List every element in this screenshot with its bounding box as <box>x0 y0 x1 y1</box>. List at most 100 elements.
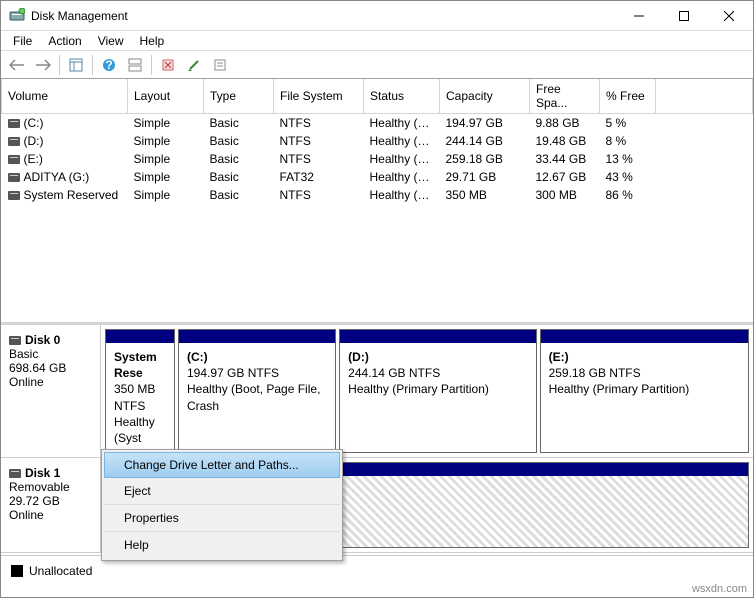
watermark: wsxdn.com <box>692 583 747 595</box>
cell-status: Healthy (B... <box>364 114 440 133</box>
cell-free: 300 MB <box>530 186 600 204</box>
disk-size: 698.64 GB <box>9 361 92 375</box>
volume-icon <box>8 155 20 164</box>
volume-icon <box>8 137 20 146</box>
cell-fs: FAT32 <box>274 168 364 186</box>
cell-type: Basic <box>204 132 274 150</box>
cell-capacity: 29.71 GB <box>440 168 530 186</box>
refresh-button[interactable] <box>156 53 180 77</box>
volume-name: (C:) <box>24 116 44 130</box>
context-menu: Change Drive Letter and Paths... Eject P… <box>101 449 343 561</box>
cell-pct: 13 % <box>600 150 656 168</box>
menu-file[interactable]: File <box>5 32 40 50</box>
partition-c[interactable]: (C:)194.97 GB NTFSHealthy (Boot, Page Fi… <box>178 329 336 453</box>
rescan-button[interactable] <box>182 53 206 77</box>
col-pctfree[interactable]: % Free <box>600 79 656 114</box>
minimize-button[interactable] <box>616 2 661 30</box>
cell-fs: NTFS <box>274 186 364 204</box>
disk-header-1[interactable]: Disk 1 Removable 29.72 GB Online <box>1 458 101 552</box>
cell-type: Basic <box>204 168 274 186</box>
cell-layout: Simple <box>128 150 204 168</box>
cell-pct: 43 % <box>600 168 656 186</box>
cell-layout: Simple <box>128 132 204 150</box>
cell-capacity: 244.14 GB <box>440 132 530 150</box>
view-console-button[interactable] <box>64 53 88 77</box>
menubar: File Action View Help <box>1 31 753 51</box>
col-capacity[interactable]: Capacity <box>440 79 530 114</box>
cell-status: Healthy (P... <box>364 132 440 150</box>
cell-free: 33.44 GB <box>530 150 600 168</box>
table-row[interactable]: ADITYA (G:)SimpleBasicFAT32Healthy (P...… <box>2 168 753 186</box>
disk-name: Disk 0 <box>25 333 60 347</box>
col-filesystem[interactable]: File System <box>274 79 364 114</box>
menu-action[interactable]: Action <box>40 32 89 50</box>
column-headers[interactable]: Volume Layout Type File System Status Ca… <box>2 79 753 114</box>
col-free[interactable]: Free Spa... <box>530 79 600 114</box>
volume-icon <box>8 119 20 128</box>
cell-status: Healthy (P... <box>364 150 440 168</box>
ctx-eject[interactable]: Eject <box>104 478 340 505</box>
cell-pct: 86 % <box>600 186 656 204</box>
cell-status: Healthy (S... <box>364 186 440 204</box>
col-layout[interactable]: Layout <box>128 79 204 114</box>
table-row[interactable]: (C:)SimpleBasicNTFSHealthy (B...194.97 G… <box>2 114 753 133</box>
view-layout-button[interactable] <box>123 53 147 77</box>
partition-system-reserved[interactable]: System Rese350 MB NTFSHealthy (Syst <box>105 329 175 453</box>
properties-button[interactable] <box>208 53 232 77</box>
app-icon <box>9 8 25 24</box>
volume-name: (E:) <box>24 152 43 166</box>
cell-free: 9.88 GB <box>530 114 600 133</box>
disk-state: Online <box>9 508 92 522</box>
legend-unallocated-label: Unallocated <box>29 564 92 578</box>
cell-fs: NTFS <box>274 114 364 133</box>
disk-icon <box>9 469 21 478</box>
cell-free: 19.48 GB <box>530 132 600 150</box>
ctx-properties[interactable]: Properties <box>104 505 340 532</box>
col-volume[interactable]: Volume <box>2 79 128 114</box>
disk-icon <box>9 336 21 345</box>
maximize-button[interactable] <box>661 2 706 30</box>
table-row[interactable]: (E:) SimpleBasicNTFSHealthy (P...259.18 G… <box>2 150 753 168</box>
disk-kind: Removable <box>9 480 92 494</box>
disk-kind: Basic <box>9 347 92 361</box>
col-status[interactable]: Status <box>364 79 440 114</box>
titlebar: Disk Management <box>1 1 753 31</box>
ctx-change-drive-letter[interactable]: Change Drive Letter and Paths... <box>104 452 340 478</box>
col-type[interactable]: Type <box>204 79 274 114</box>
forward-button[interactable] <box>31 53 55 77</box>
disk-header-0[interactable]: Disk 0 Basic 698.64 GB Online <box>1 325 101 457</box>
volume-icon <box>8 191 20 200</box>
partition-e[interactable]: (E:)259.18 GB NTFSHealthy (Primary Parti… <box>540 329 749 453</box>
volume-list: Volume Layout Type File System Status Ca… <box>1 79 753 325</box>
cell-fs: NTFS <box>274 132 364 150</box>
cell-layout: Simple <box>128 114 204 133</box>
menu-view[interactable]: View <box>90 32 132 50</box>
disk-state: Online <box>9 375 92 389</box>
help-button[interactable]: ? <box>97 53 121 77</box>
cell-layout: Simple <box>128 168 204 186</box>
cell-capacity: 350 MB <box>440 186 530 204</box>
disk-row-0: Disk 0 Basic 698.64 GB Online System Res… <box>1 325 753 458</box>
cell-capacity: 194.97 GB <box>440 114 530 133</box>
table-row[interactable]: System ReservedSimpleBasicNTFSHealthy (S… <box>2 186 753 204</box>
cell-fs: NTFS <box>274 150 364 168</box>
legend-unallocated-swatch <box>11 565 23 577</box>
cell-layout: Simple <box>128 186 204 204</box>
menu-help[interactable]: Help <box>132 32 173 50</box>
ctx-help[interactable]: Help <box>104 532 340 558</box>
cell-free: 12.67 GB <box>530 168 600 186</box>
cell-pct: 5 % <box>600 114 656 133</box>
cell-type: Basic <box>204 150 274 168</box>
cell-capacity: 259.18 GB <box>440 150 530 168</box>
partition-d[interactable]: (D:)244.14 GB NTFSHealthy (Primary Parti… <box>339 329 536 453</box>
table-row[interactable]: (D:) SimpleBasicNTFSHealthy (P...244.14 G… <box>2 132 753 150</box>
cell-pct: 8 % <box>600 132 656 150</box>
volume-name: ADITYA (G:) <box>24 170 90 184</box>
cell-type: Basic <box>204 186 274 204</box>
disk-name: Disk 1 <box>25 466 60 480</box>
close-button[interactable] <box>706 2 751 30</box>
back-button[interactable] <box>5 53 29 77</box>
volume-icon <box>8 173 20 182</box>
volume-name: (D:) <box>24 134 44 148</box>
toolbar: ? <box>1 51 753 79</box>
